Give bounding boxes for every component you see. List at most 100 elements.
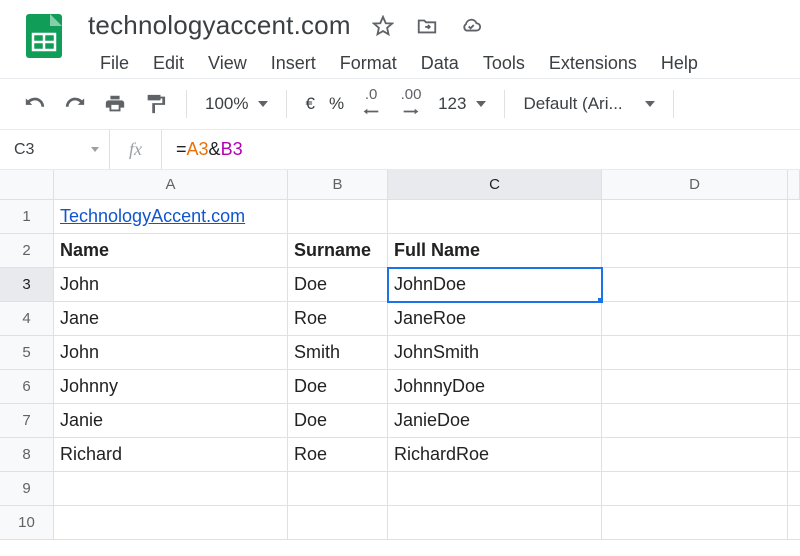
cell-D8[interactable]	[602, 438, 788, 472]
percent-button[interactable]: %	[325, 94, 348, 114]
cell-C9[interactable]	[388, 472, 602, 506]
print-button[interactable]	[98, 87, 132, 121]
cell-E6[interactable]	[788, 370, 800, 404]
selection-handle[interactable]	[597, 297, 602, 302]
redo-button[interactable]	[58, 87, 92, 121]
cell-B4[interactable]: Roe	[288, 302, 388, 336]
cell-E4[interactable]	[788, 302, 800, 336]
col-header-C[interactable]: C	[388, 170, 602, 200]
select-all-corner[interactable]	[0, 170, 54, 200]
cell-A10[interactable]	[54, 506, 288, 540]
col-header-B[interactable]: B	[288, 170, 388, 200]
menu-extensions[interactable]: Extensions	[537, 49, 649, 78]
cell-A9[interactable]	[54, 472, 288, 506]
cell-C4[interactable]: JaneRoe	[388, 302, 602, 336]
paint-format-button[interactable]	[138, 87, 172, 121]
zoom-dropdown[interactable]: 100%	[201, 94, 272, 114]
cell-E5[interactable]	[788, 336, 800, 370]
formula-bar: C3 fx =A3&B3	[0, 130, 800, 170]
cell-C2[interactable]: Full Name	[388, 234, 602, 268]
cell-E1[interactable]	[788, 200, 800, 234]
formula-input[interactable]: =A3&B3	[162, 130, 800, 169]
cell-E7[interactable]	[788, 404, 800, 438]
cell-B3[interactable]: Doe	[288, 268, 388, 302]
cell-A1[interactable]: TechnologyAccent.com	[54, 200, 288, 234]
row-header-10[interactable]: 10	[0, 506, 54, 540]
spreadsheet-grid[interactable]: A B C D 1 TechnologyAccent.com 2 Name Su…	[0, 170, 800, 540]
cell-C1[interactable]	[388, 200, 602, 234]
cell-D9[interactable]	[602, 472, 788, 506]
cell-D4[interactable]	[602, 302, 788, 336]
menu-tools[interactable]: Tools	[471, 49, 537, 78]
cell-C6[interactable]: JohnnyDoe	[388, 370, 602, 404]
increase-decimal-button[interactable]: .00	[394, 87, 428, 121]
undo-button[interactable]	[18, 87, 52, 121]
cell-E9[interactable]	[788, 472, 800, 506]
cell-B10[interactable]	[288, 506, 388, 540]
cell-B2[interactable]: Surname	[288, 234, 388, 268]
chevron-down-icon	[258, 101, 268, 107]
cell-B5[interactable]: Smith	[288, 336, 388, 370]
cell-A3[interactable]: John	[54, 268, 288, 302]
col-header-D[interactable]: D	[602, 170, 788, 200]
menu-view[interactable]: View	[196, 49, 259, 78]
sheets-logo-icon[interactable]	[18, 10, 70, 62]
star-icon[interactable]	[371, 14, 395, 38]
toolbar-separator	[504, 90, 505, 118]
cell-D1[interactable]	[602, 200, 788, 234]
cell-D5[interactable]	[602, 336, 788, 370]
cloud-status-icon[interactable]	[459, 14, 483, 38]
fx-icon: fx	[110, 130, 162, 169]
menu-data[interactable]: Data	[409, 49, 471, 78]
cell-C5[interactable]: JohnSmith	[388, 336, 602, 370]
font-dropdown[interactable]: Default (Ari...	[519, 94, 659, 114]
move-folder-icon[interactable]	[415, 14, 439, 38]
menu-insert[interactable]: Insert	[259, 49, 328, 78]
col-header-A[interactable]: A	[54, 170, 288, 200]
cell-A6[interactable]: Johnny	[54, 370, 288, 404]
decrease-decimal-button[interactable]: .0	[354, 87, 388, 121]
cell-C7[interactable]: JanieDoe	[388, 404, 602, 438]
row-header-3[interactable]: 3	[0, 268, 54, 302]
cell-B6[interactable]: Doe	[288, 370, 388, 404]
menu-format[interactable]: Format	[328, 49, 409, 78]
cell-B1[interactable]	[288, 200, 388, 234]
row-header-4[interactable]: 4	[0, 302, 54, 336]
cell-D2[interactable]	[602, 234, 788, 268]
row-header-9[interactable]: 9	[0, 472, 54, 506]
menu-edit[interactable]: Edit	[141, 49, 196, 78]
col-header-E[interactable]	[788, 170, 800, 200]
row-header-6[interactable]: 6	[0, 370, 54, 404]
cell-E2[interactable]	[788, 234, 800, 268]
currency-button[interactable]: €	[301, 94, 318, 114]
number-format-dropdown[interactable]: 123	[434, 94, 490, 114]
cell-A5[interactable]: John	[54, 336, 288, 370]
cell-A7[interactable]: Janie	[54, 404, 288, 438]
cell-D6[interactable]	[602, 370, 788, 404]
cell-B9[interactable]	[288, 472, 388, 506]
cell-C10[interactable]	[388, 506, 602, 540]
cell-B7[interactable]: Doe	[288, 404, 388, 438]
cell-A8[interactable]: Richard	[54, 438, 288, 472]
menu-file[interactable]: File	[88, 49, 141, 78]
toolbar-separator	[673, 90, 674, 118]
cell-E8[interactable]	[788, 438, 800, 472]
cell-D10[interactable]	[602, 506, 788, 540]
cell-E10[interactable]	[788, 506, 800, 540]
cell-C8[interactable]: RichardRoe	[388, 438, 602, 472]
row-header-8[interactable]: 8	[0, 438, 54, 472]
cell-E3[interactable]	[788, 268, 800, 302]
document-title[interactable]: technologyaccent.com	[88, 8, 351, 43]
cell-A2[interactable]: Name	[54, 234, 288, 268]
cell-C3[interactable]: JohnDoe	[388, 268, 602, 302]
row-header-5[interactable]: 5	[0, 336, 54, 370]
row-header-1[interactable]: 1	[0, 200, 54, 234]
cell-D3[interactable]	[602, 268, 788, 302]
name-box[interactable]: C3	[0, 130, 110, 169]
menu-help[interactable]: Help	[649, 49, 710, 78]
row-header-7[interactable]: 7	[0, 404, 54, 438]
cell-A4[interactable]: Jane	[54, 302, 288, 336]
cell-B8[interactable]: Roe	[288, 438, 388, 472]
cell-D7[interactable]	[602, 404, 788, 438]
row-header-2[interactable]: 2	[0, 234, 54, 268]
